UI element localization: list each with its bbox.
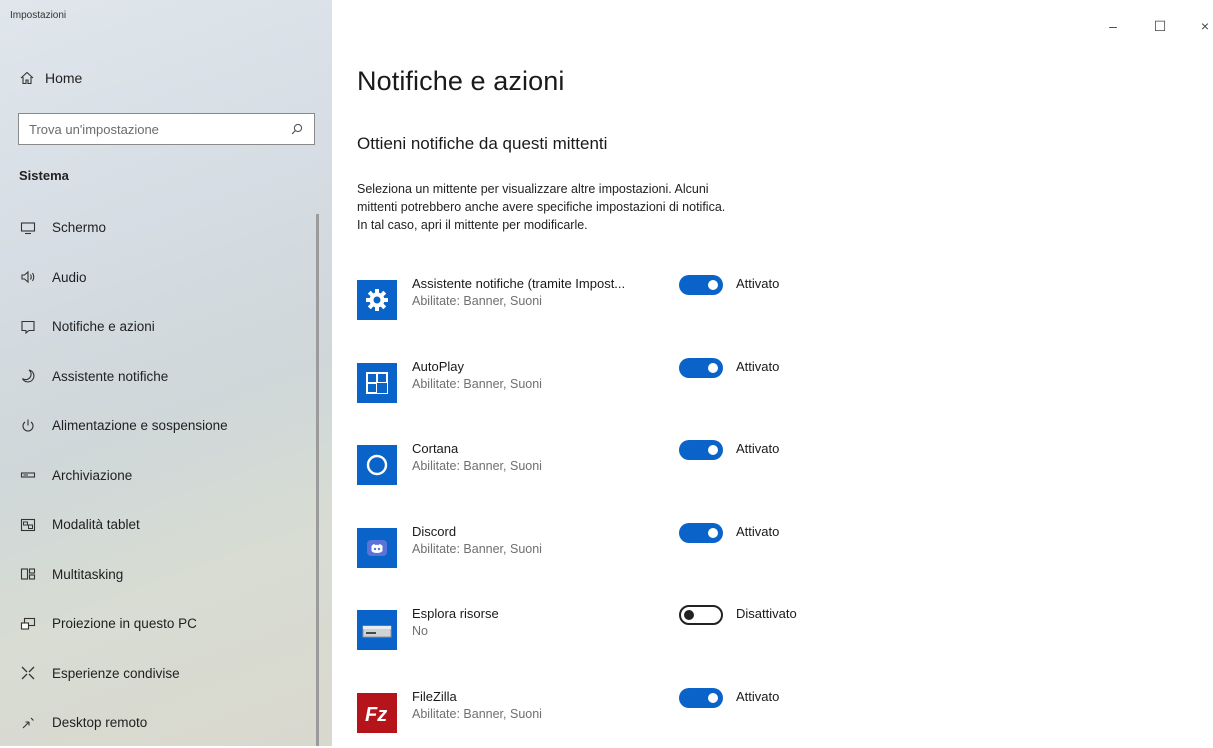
sidebar-item-label: Assistente notifiche [52,368,169,384]
sidebar-home[interactable]: Home [19,68,82,88]
monitor-icon [20,220,36,236]
sidebar-item-label: Audio [52,269,87,285]
sender-status: Abilitate: Banner, Suoni [412,707,542,721]
sidebar-item-label: Notifiche e azioni [52,319,155,335]
speaker-icon [20,269,36,285]
sender-status: Abilitate: Banner, Suoni [412,459,542,473]
remote-desktop-icon [20,715,36,731]
sender-name: FileZilla [412,689,457,704]
sidebar-nav: Schermo Audio Notifiche e azioni Assiste… [0,203,318,748]
sender-status: Abilitate: Banner, Suoni [412,542,542,556]
close-button[interactable]: × [1197,18,1213,34]
sender-esplora-risorse[interactable]: Esplora risorse No Disattivato [357,605,957,650]
sidebar-item-label: Esperienze condivise [52,665,180,681]
autoplay-icon [357,363,397,403]
search-input[interactable] [29,121,290,137]
sidebar-item-assistente[interactable]: Assistente notifiche [0,352,318,402]
shared-experiences-icon [20,665,36,681]
toggle-state-label: Attivato [736,689,780,704]
sidebar-item-proiezione[interactable]: Proiezione in questo PC [0,599,318,649]
notification-toggle[interactable] [679,275,723,295]
sidebar-item-label: Multitasking [52,566,124,582]
section-label-sistema: Sistema [19,168,69,183]
sender-status: Abilitate: Banner, Suoni [412,377,542,391]
gear-icon [357,280,397,320]
storage-icon [20,467,36,483]
sidebar-item-label: Desktop remoto [52,715,148,731]
sidebar-item-archiviazione[interactable]: Archiviazione [0,451,318,501]
toggle-state-label: Disattivato [736,606,797,621]
window-title: Impostazioni [10,10,67,21]
description-text: Seleziona un mittente per visualizzare a… [357,180,837,234]
sender-status: Abilitate: Banner, Suoni [412,294,542,308]
sender-discord[interactable]: Discord Abilitate: Banner, Suoni Attivat… [357,523,957,568]
sidebar-home-label: Home [45,70,83,86]
notification-toggle[interactable] [679,688,723,708]
description-line: In tal caso, apri il mittente per modifi… [357,218,588,232]
notification-toggle[interactable] [679,358,723,378]
sender-name: Discord [412,524,457,539]
filezilla-icon: Fz [357,693,397,733]
description-line: Seleziona un mittente per visualizzare a… [357,182,709,196]
sidebar-item-notifiche[interactable]: Notifiche e azioni [0,302,318,352]
sender-autoplay[interactable]: AutoPlay Abilitate: Banner, Suoni Attiva… [357,358,957,403]
toggle-knob [708,693,718,703]
sidebar-item-label: Alimentazione e sospensione [52,418,228,434]
notification-toggle[interactable] [679,523,723,543]
svg-text:Fz: Fz [365,704,387,726]
page-title: Notifiche e azioni [357,66,565,96]
discord-icon [357,528,397,568]
toggle-knob [708,528,718,538]
sidebar-item-schermo[interactable]: Schermo [0,203,318,253]
sender-assistente-notifiche[interactable]: Assistente notifiche (tramite Impost... … [357,275,957,320]
section-heading: Ottieni notifiche da questi mittenti [357,134,608,153]
description-line: mittenti potrebbero anche avere specific… [357,200,726,214]
multitasking-icon [20,566,36,582]
search-icon[interactable] [290,122,304,136]
sidebar-item-label: Archiviazione [52,467,133,483]
toggle-knob [708,363,718,373]
sidebar-item-multitasking[interactable]: Multitasking [0,550,318,600]
notification-icon [20,319,36,335]
main-content: Notifiche e azioni Ottieni notifiche da … [357,0,1197,746]
sidebar-item-esperienze[interactable]: Esperienze condivise [0,649,318,699]
projection-icon [20,616,36,632]
cortana-icon [357,445,397,485]
toggle-knob [708,445,718,455]
sender-name: AutoPlay [412,359,465,374]
toggle-state-label: Attivato [736,276,780,291]
notification-toggle[interactable] [679,440,723,460]
sidebar-item-label: Schermo [52,220,107,236]
sender-cortana[interactable]: Cortana Abilitate: Banner, Suoni Attivat… [357,440,957,485]
toggle-state-label: Attivato [736,441,780,456]
search-box[interactable] [18,113,315,145]
sidebar-item-alimentazione[interactable]: Alimentazione e sospensione [0,401,318,451]
sidebar-item-label: Modalità tablet [52,517,140,533]
power-icon [20,418,36,434]
toggle-state-label: Attivato [736,524,780,539]
sender-name: Assistente notifiche (tramite Impost... [412,276,626,291]
toggle-knob [708,280,718,290]
notification-toggle[interactable] [679,605,723,625]
sidebar: Impostazioni Home Sistema Schermo Audio … [0,0,332,746]
sidebar-item-desktop-remoto[interactable]: Desktop remoto [0,698,318,748]
moon-icon [20,368,36,384]
drive-icon [357,610,397,650]
toggle-state-label: Attivato [736,359,780,374]
sender-name: Esplora risorse [412,606,499,621]
sidebar-item-label: Proiezione in questo PC [52,616,197,632]
sidebar-scrollbar[interactable] [316,214,319,746]
sender-name: Cortana [412,441,459,456]
tablet-mode-icon [20,517,36,533]
sender-filezilla[interactable]: Fz FileZilla Abilitate: Banner, Suoni At… [357,688,957,733]
sidebar-item-tablet[interactable]: Modalità tablet [0,500,318,550]
home-icon [19,70,35,86]
sender-status: No [412,624,428,638]
toggle-knob [684,610,694,620]
sidebar-item-audio[interactable]: Audio [0,253,318,303]
